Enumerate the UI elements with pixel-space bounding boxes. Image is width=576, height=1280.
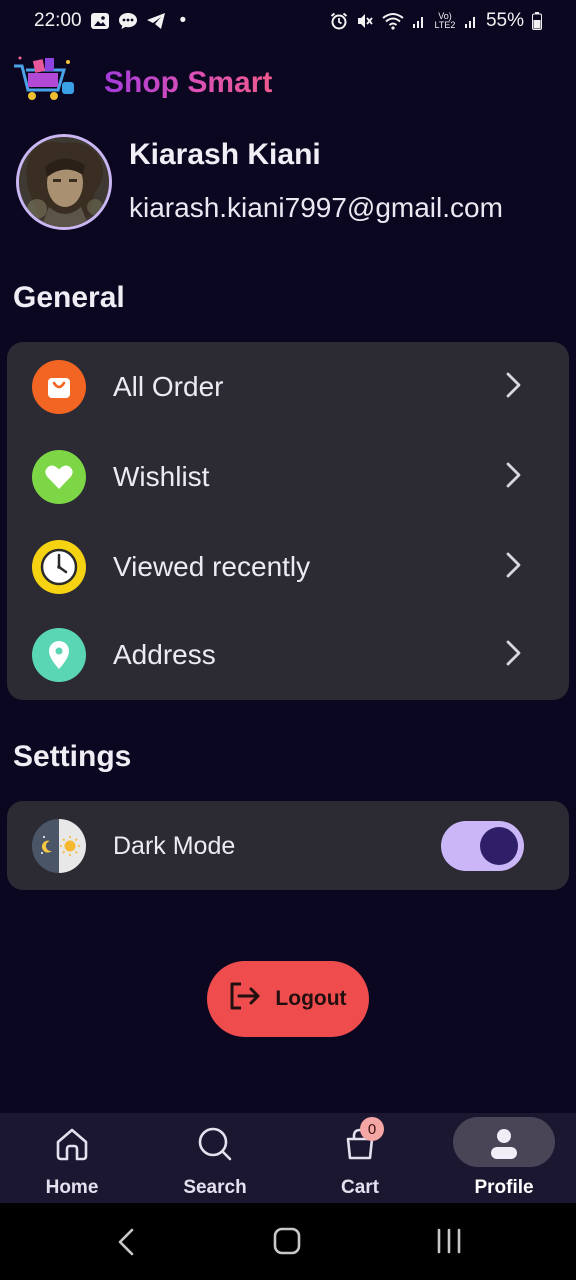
profile-icon (487, 1125, 521, 1163)
logout-button[interactable]: Logout (207, 961, 369, 1037)
user-email: kiarash.kiani7997@gmail.com (129, 192, 503, 223)
alarm-icon (330, 12, 348, 30)
clock-icon (32, 540, 86, 594)
general-section-title: General (13, 281, 125, 314)
bottom-nav: Home Search Cart Profile (0, 1113, 576, 1203)
back-icon[interactable] (114, 1227, 138, 1262)
chevron-right-icon (505, 639, 523, 672)
menu-item-label: All Order (113, 371, 224, 402)
mute-icon (356, 12, 374, 30)
battery-icon (532, 12, 542, 30)
app-bar: Shop Smart (12, 52, 272, 114)
menu-item-label: Viewed recently (113, 551, 311, 582)
cart-badge: 0 (360, 1117, 384, 1141)
gallery-icon (90, 12, 110, 30)
nav-search[interactable]: Search (143, 1113, 287, 1203)
signal-icon-1 (412, 13, 426, 29)
day-night-icon (32, 819, 86, 873)
heart-icon (32, 450, 86, 504)
chevron-right-icon (505, 371, 523, 404)
dark-mode-row: Dark Mode (7, 801, 569, 891)
nav-label: Profile (474, 1177, 534, 1198)
location-pin-icon (32, 628, 86, 682)
menu-item-all-order[interactable]: All Order (7, 342, 569, 432)
status-time: 22:00 (34, 10, 82, 31)
signal-icon-2 (464, 13, 478, 29)
shopping-bag-icon (32, 360, 86, 414)
toggle-knob (480, 827, 518, 865)
wifi-icon (382, 12, 404, 30)
menu-item-label: Address (113, 639, 216, 670)
network-type: Vo) LTE2 (434, 11, 456, 30)
recents-icon[interactable] (436, 1227, 462, 1260)
menu-item-label: Wishlist (113, 461, 210, 492)
settings-section-title: Settings (13, 740, 132, 773)
nav-label: Home (45, 1177, 99, 1198)
telegram-icon (146, 12, 166, 30)
nav-label: Cart (340, 1177, 379, 1198)
dark-mode-toggle[interactable] (441, 821, 524, 871)
nav-profile[interactable]: Profile (432, 1113, 576, 1203)
user-name: Kiarash Kiani (129, 138, 321, 171)
logout-label: Logout (275, 987, 347, 1010)
status-dot: • (179, 10, 187, 31)
shopping-cart-logo-icon (12, 54, 76, 113)
home-icon (53, 1125, 91, 1163)
search-icon (196, 1125, 234, 1163)
home-button-icon[interactable] (273, 1227, 301, 1260)
dark-mode-label: Dark Mode (113, 831, 236, 860)
menu-item-wishlist[interactable]: Wishlist (7, 432, 569, 522)
menu-item-viewed-recently[interactable]: Viewed recently (7, 522, 569, 612)
avatar[interactable] (16, 134, 112, 230)
logout-icon (229, 981, 261, 1017)
system-nav-bar (0, 1203, 576, 1280)
chevron-right-icon (505, 551, 523, 584)
nav-label: Search (183, 1177, 247, 1198)
settings-card: Dark Mode (7, 801, 569, 890)
chevron-right-icon (505, 461, 523, 494)
menu-item-address[interactable]: Address (7, 610, 569, 700)
general-card: All Order Wishlist Viewed recently Addre… (7, 342, 569, 700)
battery-percent: 55% (485, 10, 524, 31)
message-icon (118, 12, 138, 30)
app-title: Shop Smart (104, 66, 273, 99)
status-bar: 22:00 • Vo) LTE2 55% (0, 0, 576, 42)
nav-home[interactable]: Home (0, 1113, 144, 1203)
